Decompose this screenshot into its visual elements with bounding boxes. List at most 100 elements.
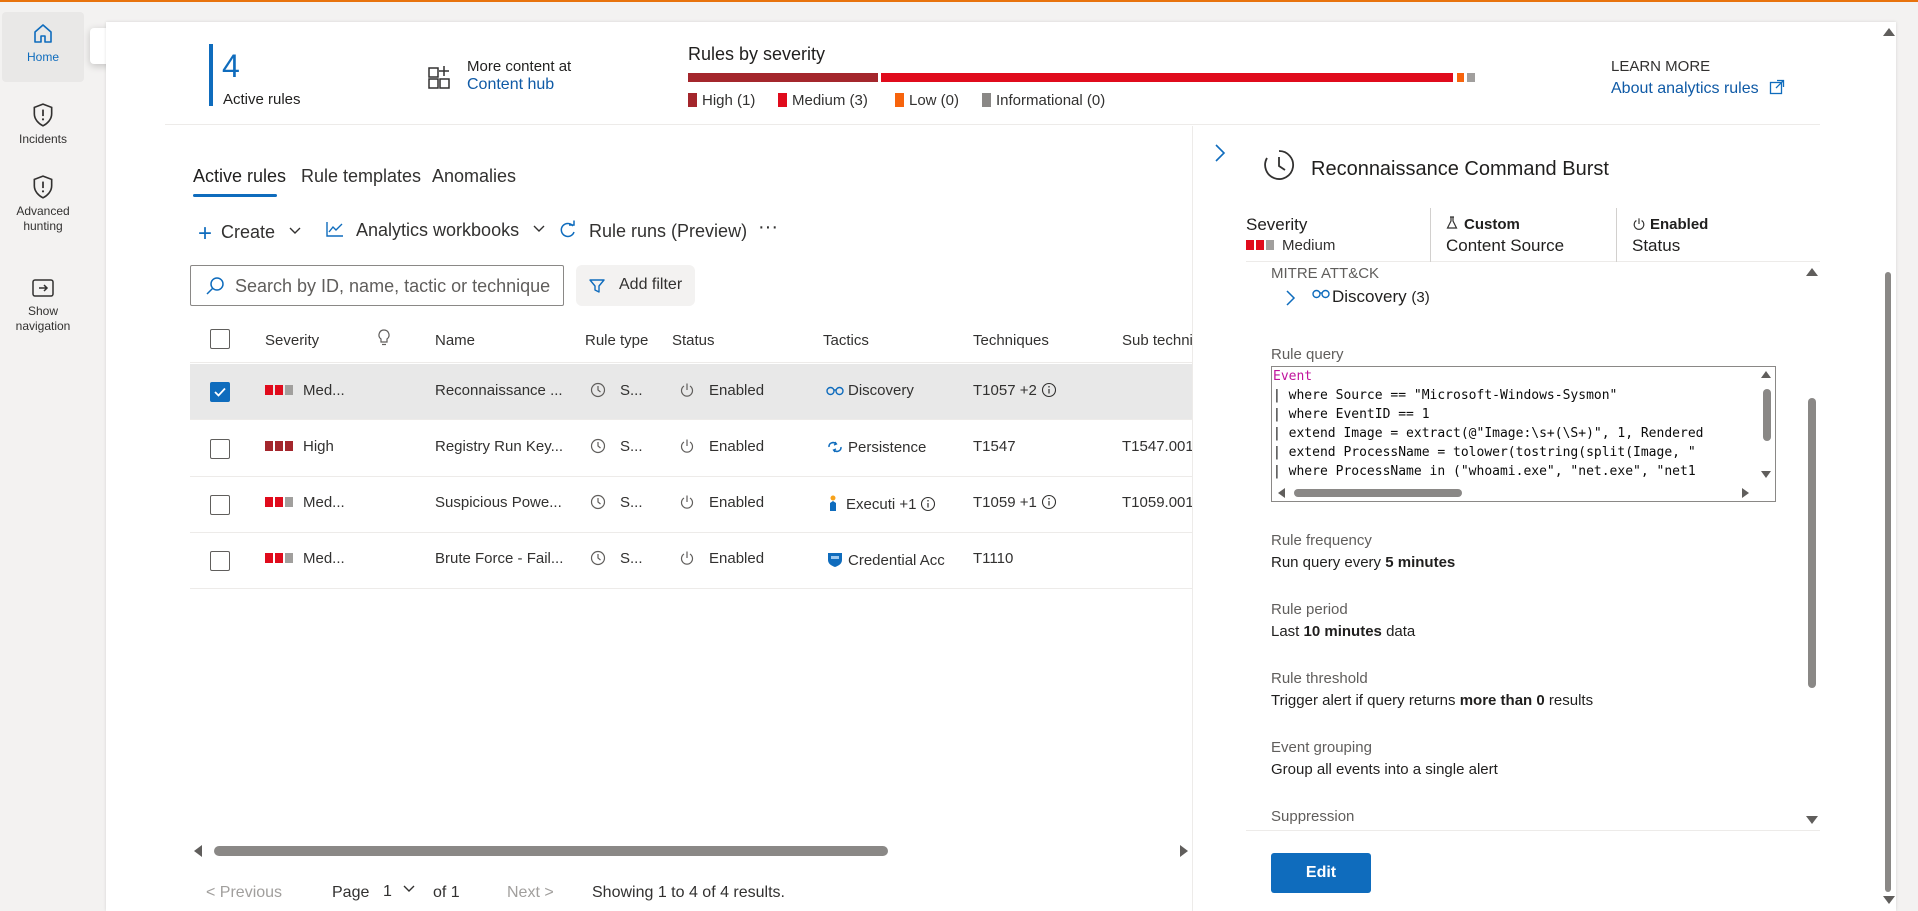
status-prop-value: Enabled (1632, 216, 1812, 233)
col-sub-techniques[interactable]: Sub techni (1122, 332, 1193, 349)
rule-period-label: Rule period (1271, 601, 1348, 618)
analytics-workbooks-button[interactable]: Analytics workbooks (325, 220, 546, 241)
name-cell[interactable]: Reconnaissance ... (435, 382, 563, 399)
col-name[interactable]: Name (435, 332, 475, 349)
severity-cell: Med... (265, 494, 345, 511)
nav-item-incidents[interactable]: Incidents (2, 102, 84, 160)
about-analytics-link[interactable]: About analytics rules (1611, 79, 1785, 98)
info-icon[interactable] (1041, 494, 1057, 510)
rule-type-cell: S... (590, 438, 643, 455)
nav-item-show-navigation[interactable]: Show navigation (2, 276, 84, 340)
edit-button[interactable]: Edit (1271, 853, 1371, 893)
row-checkbox[interactable] (210, 382, 230, 402)
tab-anomalies[interactable]: Anomalies (432, 166, 516, 187)
clock-icon (590, 438, 606, 454)
scroll-up-icon[interactable] (1883, 28, 1895, 36)
event-grouping-value: Group all events into a single alert (1271, 761, 1498, 778)
create-button[interactable]: + Create (198, 220, 302, 248)
name-cell[interactable]: Brute Force - Fail... (435, 550, 563, 567)
scheduled-rule-icon (1264, 150, 1295, 180)
table-row[interactable]: Med... Suspicious Powe... S... Enabled E… (190, 477, 1194, 533)
rule-type-cell: S... (590, 494, 643, 511)
row-checkbox[interactable] (210, 551, 230, 571)
panel-vertical-scrollbar[interactable] (1804, 268, 1820, 828)
nav-item-home[interactable]: Home (2, 12, 84, 82)
search-box[interactable]: Search by ID, name, tactic or technique (190, 265, 564, 306)
scroll-up-icon[interactable] (1806, 268, 1818, 276)
nav-label-advanced-hunting: Advanced hunting (16, 204, 70, 233)
tab-rule-templates[interactable]: Rule templates (301, 166, 421, 187)
tab-active-rules[interactable]: Active rules (193, 166, 286, 187)
scroll-left-icon[interactable] (194, 845, 202, 857)
query-vertical-scrollbar[interactable] (1759, 367, 1775, 487)
next-page-button[interactable]: Next > (507, 884, 554, 902)
scroll-down-icon[interactable] (1806, 816, 1818, 824)
name-cell[interactable]: Suspicious Powe... (435, 494, 562, 511)
tactics-cell: Executi +1 (826, 494, 966, 513)
scroll-down-icon[interactable] (1761, 471, 1771, 478)
tactics-cell: Persistence (826, 439, 966, 456)
select-all-checkbox[interactable] (210, 329, 230, 349)
chevron-down-icon (289, 227, 301, 234)
top-accent-line (0, 0, 1918, 2)
search-input[interactable]: Search by ID, name, tactic or technique (235, 276, 550, 297)
previous-page-button[interactable]: < Previous (206, 884, 282, 902)
severity-bar-informational (1467, 73, 1475, 82)
query-scroll-thumb[interactable] (1763, 389, 1771, 441)
panel-title: Reconnaissance Command Burst (1311, 158, 1609, 180)
mitre-label: MITRE ATT&CK (1271, 265, 1380, 282)
rule-runs-button[interactable]: Rule runs (Preview) (558, 220, 747, 242)
status-cell: Enabled (679, 438, 764, 455)
collapse-panel-icon[interactable] (1212, 142, 1228, 164)
add-filter-button[interactable]: Add filter (576, 265, 695, 306)
severity-bar-medium (881, 73, 1453, 82)
execution-icon (830, 495, 836, 511)
panel-scroll-thumb[interactable] (1808, 398, 1816, 688)
info-icon[interactable] (1041, 382, 1057, 398)
query-horizontal-scrollbar[interactable] (1272, 485, 1775, 501)
row-checkbox[interactable] (210, 495, 230, 515)
scroll-left-icon[interactable] (1278, 488, 1285, 498)
checkmark-icon (214, 387, 226, 397)
page-vertical-scrollbar[interactable] (1882, 22, 1896, 911)
content-hub-link[interactable]: Content hub (467, 76, 554, 94)
name-cell[interactable]: Registry Run Key... (435, 438, 563, 455)
info-icon[interactable] (920, 496, 936, 512)
more-options-button[interactable]: ··· (758, 216, 778, 239)
table-horizontal-scrollbar[interactable] (194, 843, 1188, 857)
table-header: Severity Name Rule type Status Tactics T… (190, 318, 1193, 363)
table-row[interactable]: Med... Reconnaissance ... S... Enabled D… (190, 364, 1192, 420)
rule-query-box[interactable]: Event | where Source == "Microsoft-Windo… (1271, 366, 1776, 502)
col-tactics[interactable]: Tactics (823, 332, 869, 349)
col-severity[interactable]: Severity (265, 332, 319, 349)
persistence-icon (828, 441, 842, 453)
sub-technique-cell: T1059.001 (1122, 494, 1194, 511)
content-source-label: Content Source (1446, 236, 1565, 255)
nav-item-advanced-hunting[interactable]: Advanced hunting (2, 174, 84, 246)
expand-chevron-icon[interactable] (1284, 288, 1298, 308)
power-icon (1633, 218, 1645, 230)
chevron-down-icon (533, 225, 545, 232)
scroll-up-icon[interactable] (1761, 371, 1771, 378)
scroll-right-icon[interactable] (1742, 488, 1749, 498)
table-row[interactable]: Med... Brute Force - Fail... S... Enable… (190, 533, 1192, 589)
col-rule-type[interactable]: Rule type (585, 332, 648, 349)
severity-cell: Med... (265, 550, 345, 567)
col-techniques[interactable]: Techniques (973, 332, 1049, 349)
page-scroll-thumb[interactable] (1885, 272, 1891, 892)
row-checkbox[interactable] (210, 439, 230, 459)
mitre-tactic[interactable]: Discovery (3) (1312, 286, 1430, 307)
rule-type-cell: S... (590, 550, 643, 567)
table-row[interactable]: High Registry Run Key... S... Enabled Pe… (190, 421, 1194, 477)
table-scroll-thumb[interactable] (214, 846, 888, 856)
filter-icon (589, 279, 605, 293)
techniques-cell: T1057 +2 (973, 382, 1057, 399)
query-hscroll-thumb[interactable] (1294, 489, 1462, 497)
page-select[interactable]: 1 (383, 882, 416, 901)
scroll-down-icon[interactable] (1883, 896, 1895, 904)
col-status[interactable]: Status (672, 332, 715, 349)
external-link-icon (1769, 79, 1785, 95)
status-prop: Enabled Status (1632, 208, 1812, 262)
scroll-right-icon[interactable] (1180, 845, 1188, 857)
query-line: | where ProcessName in ("whoami.exe", "n… (1273, 464, 1696, 479)
